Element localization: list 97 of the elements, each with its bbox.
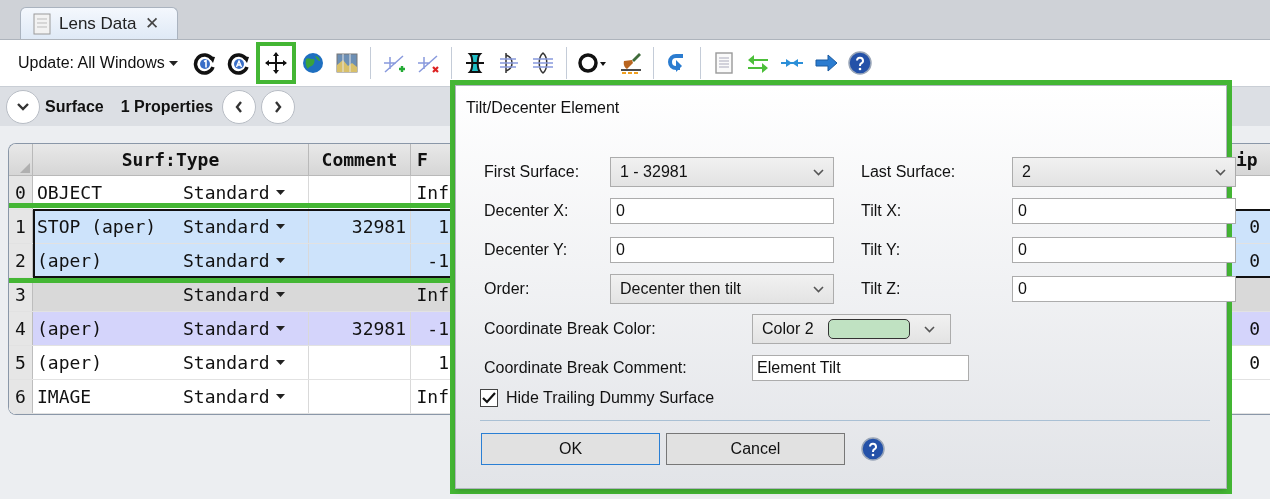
- table-cell-text: OBJECT: [36, 181, 104, 205]
- chevron-icon: [813, 285, 824, 293]
- input-field[interactable]: 0: [610, 198, 834, 224]
- type-dropdown[interactable]: Standard: [183, 281, 285, 308]
- next-button[interactable]: [261, 89, 296, 124]
- properties-label: 1 Properties: [120, 96, 214, 117]
- arrow-right-icon: [813, 51, 838, 75]
- map-icon: [334, 51, 359, 75]
- caret-icon: [275, 224, 285, 229]
- tab-label: Lens Data: [59, 12, 137, 35]
- table-cell-text: (aper): [36, 351, 104, 375]
- column-header[interactable]: Surf:Type: [33, 144, 309, 175]
- dialog-button[interactable]: OK: [481, 433, 660, 465]
- table-cell-text: 32981: [351, 215, 406, 239]
- chevron-right-icon: [273, 99, 284, 114]
- dropdown-field[interactable]: 2: [1012, 157, 1236, 187]
- document-icon: [33, 12, 51, 35]
- ring-icon: [577, 51, 608, 75]
- table-cell-text: STOP (aper): [36, 215, 158, 239]
- row-number: 5: [9, 346, 33, 379]
- caret-icon: [275, 326, 285, 331]
- table-cell-text: 1: [438, 351, 449, 375]
- row-number: 6: [9, 380, 33, 413]
- table-cell-text: -1: [427, 249, 449, 273]
- move-icon: [263, 51, 288, 75]
- field-label: Coordinate Break Comment:: [484, 359, 687, 376]
- chevron-icon: [813, 168, 824, 176]
- help-icon: [847, 51, 872, 75]
- refresh-icon: [226, 51, 251, 75]
- type-dropdown[interactable]: Standard: [183, 247, 285, 274]
- input-field[interactable]: 0: [1012, 198, 1236, 224]
- field-label: Tilt Z:: [861, 279, 901, 299]
- field-label: Decenter Y:: [484, 240, 568, 260]
- close-icon[interactable]: ✕: [144, 10, 159, 37]
- field-label: Coordinate Break Color:: [484, 320, 656, 337]
- chevron-icon: [923, 325, 935, 333]
- checkbox-label: Hide Trailing Dummy Surface: [506, 388, 715, 408]
- section-label: Surface: [45, 96, 104, 117]
- column-header[interactable]: F: [411, 144, 453, 175]
- input-field[interactable]: 0: [1012, 237, 1236, 263]
- check-icon: [482, 392, 496, 404]
- caret-icon: [275, 190, 285, 195]
- input-field[interactable]: Element Tilt: [752, 355, 969, 381]
- field-label: Tilt X:: [861, 201, 902, 221]
- color-dropdown[interactable]: Color 2: [752, 314, 951, 344]
- table-cell-text: Inf: [416, 283, 449, 307]
- table-cell-text: Inf: [416, 181, 449, 205]
- refresh-icon: [192, 51, 217, 75]
- globe-icon: [300, 51, 325, 75]
- previous-button[interactable]: [222, 89, 257, 124]
- field-label: First Surface:: [484, 162, 580, 182]
- expand-button[interactable]: [6, 89, 40, 124]
- field-label: Last Surface:: [861, 162, 956, 182]
- chevron-icon: [1215, 168, 1226, 176]
- row-number: 2: [9, 244, 33, 277]
- chevron-left-icon: [234, 99, 245, 114]
- caret-icon: [168, 60, 178, 66]
- table-cell-text: (aper): [36, 249, 104, 273]
- table-cell-text: IMAGE: [36, 385, 93, 409]
- table-cell-text: 1: [438, 215, 449, 239]
- chevron-down-icon: [16, 101, 30, 112]
- table-cell-text: 32981: [351, 317, 406, 341]
- dialog-title: Tilt/Decenter Element: [466, 98, 620, 118]
- lens-data-tab[interactable]: Lens Data ✕: [20, 7, 178, 39]
- type-dropdown[interactable]: Standard: [183, 213, 285, 240]
- type-dropdown[interactable]: Standard: [183, 179, 285, 206]
- caret-icon: [275, 394, 285, 399]
- checkbox[interactable]: [480, 389, 498, 407]
- corner-icon: [20, 163, 30, 173]
- field-label: Tilt Y:: [861, 240, 901, 260]
- type-dropdown[interactable]: Standard: [183, 349, 285, 376]
- caret-icon: [275, 258, 285, 263]
- row-number: 1: [9, 210, 33, 243]
- table-cell-text: 0: [1249, 317, 1260, 341]
- field-label: Decenter X:: [484, 201, 569, 221]
- dialog-button[interactable]: Cancel: [666, 433, 845, 465]
- lens-icon: [530, 51, 555, 75]
- table-cell-text: 0: [1249, 215, 1260, 239]
- type-dropdown[interactable]: Standard: [183, 383, 285, 410]
- table-cell-text: 0: [1249, 351, 1260, 375]
- table-cell-text: -1: [427, 317, 449, 341]
- type-dropdown[interactable]: Standard: [183, 315, 285, 342]
- dropdown-field[interactable]: Decenter then tilt: [610, 274, 834, 304]
- caret-icon: [275, 292, 285, 297]
- field-label: Order:: [484, 279, 530, 299]
- help-icon[interactable]: [861, 437, 885, 461]
- table-cell-text: Inf: [416, 385, 449, 409]
- dropdown-field[interactable]: 1 - 32981: [610, 157, 834, 187]
- toolbar-button[interactable]: [255, 42, 296, 84]
- caret-icon: [275, 360, 285, 365]
- table-cell-text: (aper): [36, 317, 104, 341]
- input-field[interactable]: 0: [610, 237, 834, 263]
- update-dropdown[interactable]: Update: All Windows: [18, 51, 188, 75]
- column-header[interactable]: Comment: [309, 144, 411, 175]
- input-field[interactable]: 0: [1012, 276, 1236, 302]
- row-number: 4: [9, 312, 33, 345]
- table-cell-text: 0: [1249, 249, 1260, 273]
